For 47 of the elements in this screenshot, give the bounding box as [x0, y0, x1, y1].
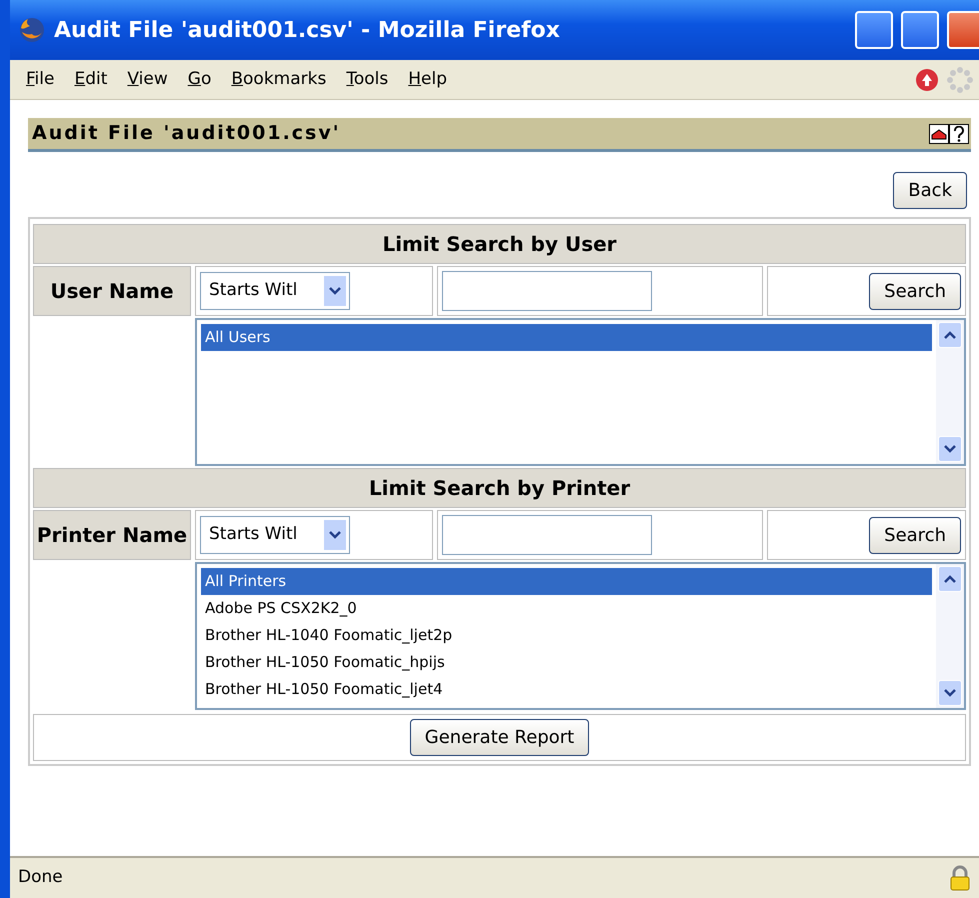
padlock-icon [949, 865, 971, 891]
chevron-up-icon[interactable] [943, 330, 957, 340]
close-button[interactable] [947, 11, 979, 49]
field-label: Printer Name [33, 510, 191, 560]
chevron-down-icon[interactable] [943, 444, 957, 454]
field-label: User Name [33, 266, 191, 316]
list-box[interactable]: All Printers Adobe PS CSX2K2_0 Brother HL-1040 Foomatic_ljet2p Brother HL-1050 Foomatic_hpijs Brother HL-1050 Foomatic_ljet4 [195, 562, 966, 710]
minimize-button[interactable] [855, 11, 893, 49]
firefox-logo-icon [18, 16, 46, 44]
list-option[interactable]: Brother HL-1050 Foomatic_ljet4 [201, 676, 932, 703]
window-title: Audit File 'audit001.csv' - Mozilla Firefox [54, 16, 561, 44]
chevron-down-icon[interactable] [943, 688, 957, 698]
menu-item[interactable]: View [117, 66, 178, 92]
status-text: Done [18, 866, 64, 890]
menu-item[interactable]: Go [178, 66, 222, 92]
search-input-field[interactable] [442, 515, 652, 555]
list-option[interactable]: All Printers [201, 568, 932, 595]
list-option[interactable]: All Users [201, 324, 932, 351]
stop-icon[interactable] [915, 68, 939, 92]
match-dropdown[interactable]: Starts Witl [200, 272, 350, 310]
section-heading: Limit Search by User [33, 224, 966, 264]
throbber-icon [947, 66, 973, 92]
search-input-field[interactable] [442, 271, 652, 311]
search-button[interactable]: Search [869, 516, 961, 554]
scrollbar[interactable] [936, 564, 964, 708]
menu-item[interactable]: Help [398, 66, 458, 92]
menu-item[interactable]: Tools [336, 66, 398, 92]
list-option[interactable]: Brother HL-1050 Foomatic_hpijs [201, 649, 932, 676]
help-icon[interactable] [949, 124, 969, 144]
search-button[interactable]: Search [869, 272, 961, 310]
back-button[interactable]: Back [893, 172, 967, 209]
menu-item[interactable]: Bookmarks [221, 66, 336, 92]
chevron-down-icon[interactable] [328, 530, 342, 540]
list-box[interactable]: All Users [195, 318, 966, 466]
chevron-up-icon[interactable] [943, 574, 957, 584]
list-option[interactable]: Brother HL-1040 Foomatic_ljet2p [201, 622, 932, 649]
menu-item[interactable]: Edit [64, 66, 118, 92]
generate-report-button[interactable]: Generate Report [410, 719, 590, 756]
match-dropdown[interactable]: Starts Witl [200, 516, 350, 554]
home-icon[interactable] [929, 124, 949, 144]
section-heading: Limit Search by Printer [33, 468, 966, 508]
maximize-button[interactable] [901, 11, 939, 49]
list-option[interactable]: Adobe PS CSX2K2_0 [201, 595, 932, 622]
scrollbar[interactable] [936, 320, 964, 464]
page-title: Audit File 'audit001.csv' [32, 121, 342, 146]
chevron-down-icon[interactable] [328, 286, 342, 296]
menu-item[interactable]: File [16, 66, 64, 92]
